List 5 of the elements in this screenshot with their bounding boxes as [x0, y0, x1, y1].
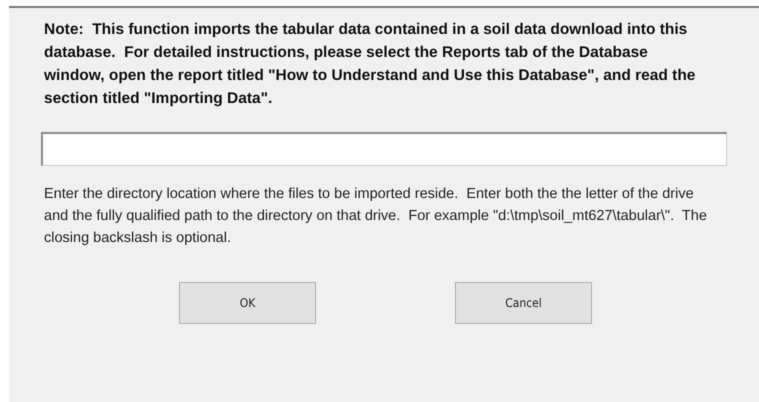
directory-field[interactable]	[41, 132, 727, 166]
help-text: Enter the directory location where the files to be imported reside. Enter both the the letter of the drive and the fully qualified path to the directory on that drive. For example "d:\tmp\soil_mt627\tabular\". The closing backslash is optional.	[44, 185, 708, 248]
ok-button[interactable]: OK	[179, 282, 316, 324]
note-text: Note: This function imports the tabular data contained in a soil data download into this database. For detailed instructions, please select the Reports tab of the Database window, open the report titled "How to Understand and Use this Database", and read the section titled "Importing Data".	[44, 20, 696, 109]
cancel-button[interactable]: Cancel	[455, 282, 592, 324]
